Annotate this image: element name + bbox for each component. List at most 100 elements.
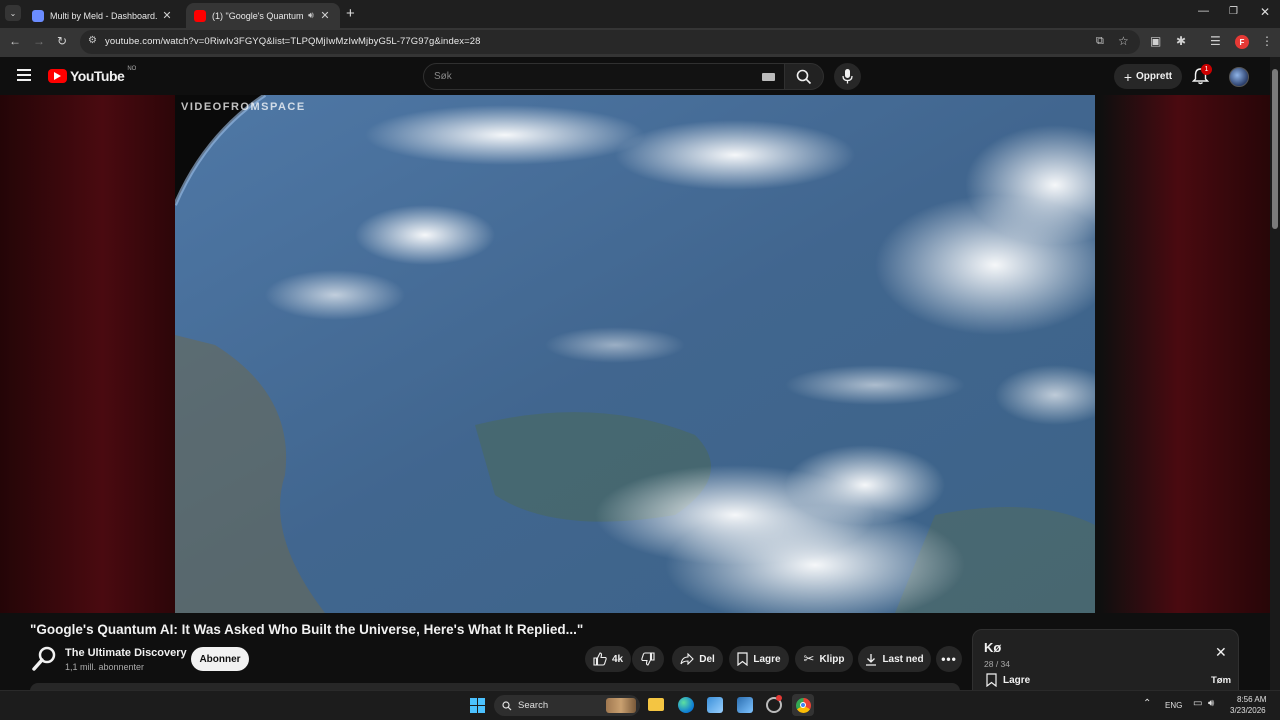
search-icon	[502, 700, 512, 710]
store-app-icon[interactable]	[707, 697, 723, 713]
search-button[interactable]	[784, 63, 824, 90]
region-code: NO	[127, 66, 137, 72]
video-title: "Google's Quantum AI: It Was Asked Who B…	[30, 622, 584, 637]
youtube-play-icon	[48, 69, 67, 83]
browser-menu-icon[interactable]: ⋮	[1261, 34, 1273, 48]
queue-title: Kø	[984, 640, 1002, 655]
channel-name[interactable]: The Ultimate Discovery	[65, 647, 187, 659]
reload-icon[interactable]: ↻	[57, 34, 67, 48]
subscribe-button[interactable]: Abonner	[191, 647, 249, 671]
profile-avatar[interactable]: F	[1235, 35, 1249, 49]
youtube-logo[interactable]: YouTube NO	[48, 66, 137, 84]
queue-save-button[interactable]: Lagre	[986, 673, 1030, 687]
tab-search-button[interactable]: ⌄	[5, 5, 21, 21]
app-notification-dot	[776, 695, 782, 701]
clip-button[interactable]: ✂ Klipp	[795, 646, 853, 672]
close-tab-icon[interactable]: ✕	[160, 9, 174, 22]
save-label: Lagre	[753, 653, 781, 665]
create-button[interactable]: + Opprett	[1114, 64, 1182, 89]
queue-clear-button[interactable]: Tøm	[1211, 675, 1231, 686]
clock-date[interactable]: 3/23/2026	[1230, 706, 1266, 715]
taskbar-search-label: Search	[518, 700, 549, 711]
create-label: Opprett	[1136, 71, 1173, 82]
share-button[interactable]: Del	[672, 646, 723, 672]
snipping-tool-icon[interactable]	[737, 697, 753, 713]
browser-tab-youtube[interactable]: (1) "Google's Quantum AI: I 🔊︎ ✕	[186, 3, 340, 28]
scrollbar-thumb[interactable]	[1272, 69, 1278, 229]
clock-time[interactable]: 8:56 AM	[1237, 695, 1266, 704]
search-placeholder: Søk	[434, 71, 452, 82]
new-tab-button[interactable]: +	[346, 5, 355, 22]
install-app-icon[interactable]: ⧉	[1096, 35, 1104, 48]
like-button[interactable]: 4k	[585, 646, 631, 672]
plus-icon: +	[1123, 68, 1133, 85]
close-tab-icon[interactable]: ✕	[318, 9, 332, 22]
thumbs-up-icon	[593, 652, 607, 666]
search-highlight-image	[606, 698, 636, 713]
close-icon[interactable]: ✕	[1215, 644, 1227, 661]
windows-taskbar: Search ⌃ ENG ▭ 🔊︎ 8:56 AM 3/23/2026	[0, 690, 1280, 720]
notification-badge: 1	[1201, 64, 1212, 75]
search-icon	[796, 69, 812, 85]
video-watermark: VIDEOFROMSPACE	[181, 101, 306, 113]
edge-browser-icon[interactable]	[678, 697, 694, 713]
browser-tab-meld[interactable]: Multi by Meld - Dashboard. ✕	[24, 3, 182, 28]
notifications-button[interactable]: 1	[1191, 64, 1212, 90]
puzzle-icon[interactable]: ✱	[1176, 34, 1186, 48]
channel-avatar-magnifier-icon[interactable]	[30, 645, 58, 673]
more-actions-button[interactable]: •••	[936, 646, 962, 672]
voice-search-button[interactable]	[834, 63, 861, 90]
thumbs-down-icon	[641, 652, 655, 666]
share-arrow-icon	[680, 653, 694, 665]
file-explorer-icon[interactable]	[648, 698, 664, 711]
youtube-header: YouTube NO Søk + Opprett 1	[0, 57, 1280, 95]
speaker-icon[interactable]: 🔊︎	[304, 10, 318, 21]
download-icon	[866, 653, 877, 666]
account-avatar[interactable]	[1229, 67, 1249, 87]
input-language[interactable]: ENG	[1165, 701, 1182, 710]
browser-tab-strip: ⌄ Multi by Meld - Dashboard. ✕ (1) "Goog…	[0, 0, 1280, 28]
network-icon[interactable]: ▭	[1193, 698, 1202, 709]
show-hidden-icons-chevron-icon[interactable]: ⌃	[1143, 698, 1151, 709]
bookmark-icon	[986, 673, 997, 687]
taskbar-search-box[interactable]: Search	[494, 695, 640, 716]
queue-position: 28 / 34	[984, 659, 1010, 669]
browser-toolbar: ← → ↻ ⚙ youtube.com/watch?v=0RiwIv3FGYQ&…	[0, 28, 1280, 57]
share-label: Del	[699, 653, 715, 665]
page-scrollbar[interactable]	[1270, 57, 1280, 690]
windows-start-icon[interactable]	[470, 698, 485, 713]
extension-icon[interactable]: ▣	[1150, 34, 1161, 48]
like-count: 4k	[611, 653, 624, 665]
download-label: Last ned	[882, 653, 924, 665]
chevron-down-icon: ⌄	[9, 8, 17, 18]
url-text[interactable]: youtube.com/watch?v=0RiwIv3FGYQ&list=TLP…	[105, 36, 480, 47]
dislike-button[interactable]	[632, 646, 664, 672]
volume-icon[interactable]: 🔊︎	[1208, 698, 1214, 709]
tab-title: Multi by Meld - Dashboard.	[50, 10, 158, 21]
search-input[interactable]: Søk	[423, 63, 785, 90]
earth-from-space-image	[175, 95, 1095, 613]
tab-title: (1) "Google's Quantum AI: I	[212, 10, 304, 21]
close-window-button[interactable]: ✕	[1260, 5, 1270, 19]
site-info-icon[interactable]: ⚙	[88, 35, 97, 46]
bookmark-icon	[737, 652, 748, 666]
back-icon[interactable]: ←	[9, 34, 21, 48]
minimize-button[interactable]: —	[1198, 5, 1209, 17]
download-button[interactable]: Last ned	[858, 646, 931, 672]
chrome-icon[interactable]	[792, 694, 814, 716]
hamburger-menu-icon[interactable]	[17, 69, 31, 81]
video-player[interactable]: VIDEOFROMSPACE	[175, 95, 1095, 613]
save-button[interactable]: Lagre	[729, 646, 789, 672]
maximize-button[interactable]: ❐	[1229, 6, 1238, 17]
address-bar[interactable]: ⚙ youtube.com/watch?v=0RiwIv3FGYQ&list=T…	[80, 30, 1140, 54]
scissors-icon: ✂	[803, 651, 815, 666]
clip-label: Klipp	[819, 653, 845, 665]
bookmark-star-icon[interactable]: ☆	[1118, 34, 1129, 48]
queue-save-label: Lagre	[1003, 674, 1031, 686]
keyboard-icon[interactable]	[762, 73, 775, 81]
subscriber-count: 1,1 mill. abonnenter	[65, 662, 145, 672]
youtube-logo-text: YouTube	[70, 68, 125, 84]
forward-icon[interactable]: →	[33, 34, 45, 48]
youtube-favicon-icon	[194, 9, 206, 22]
media-controls-icon[interactable]: ☰	[1210, 34, 1221, 48]
